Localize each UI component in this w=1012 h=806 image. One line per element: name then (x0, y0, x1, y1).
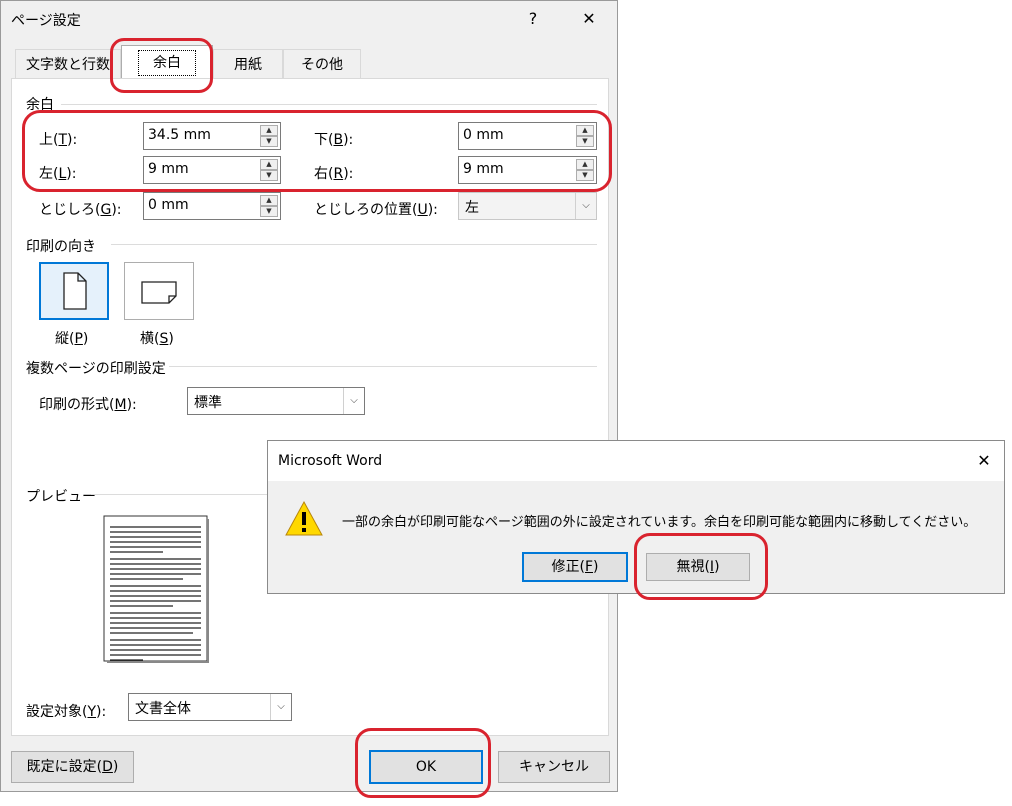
print-format-label: 印刷の形式(M): (39, 397, 137, 413)
spin-down-icon[interactable]: ▼ (576, 136, 594, 147)
spin-up-icon[interactable]: ▲ (576, 125, 594, 136)
apply-to-select[interactable]: 文書全体 ⌵ (128, 693, 292, 721)
chevron-down-icon[interactable]: ⌵ (343, 388, 364, 414)
landscape-option[interactable] (124, 262, 194, 320)
page-setup-dialog: ページ設定 ? ✕ 文字数と行数 余白 用紙 その他 余白 上(T): 34.5… (0, 0, 618, 792)
spin-down-icon[interactable]: ▼ (260, 170, 278, 181)
portrait-option[interactable] (39, 262, 109, 320)
multipage-section-title: 複数ページの印刷設定 (26, 361, 166, 377)
top-margin-value: 34.5 mm (148, 127, 211, 143)
ignore-button[interactable]: 無視(I) (646, 553, 750, 581)
page-preview (103, 515, 209, 663)
section-divider (169, 366, 597, 367)
left-margin-value: 9 mm (148, 161, 189, 177)
spin-down-icon[interactable]: ▼ (260, 206, 278, 217)
msgbox-title: Microsoft Word (278, 453, 383, 469)
right-margin-label: 右(R): (314, 166, 354, 182)
cancel-button[interactable]: キャンセル (498, 751, 610, 783)
chevron-down-icon[interactable]: ⌵ (575, 193, 596, 219)
preview-section-title: プレビュー (26, 489, 96, 505)
top-margin-spinner[interactable]: 34.5 mm ▲ ▼ (143, 122, 281, 150)
gutter-position-select[interactable]: 左 ⌵ (458, 192, 597, 220)
gutter-spinner[interactable]: 0 mm ▲ ▼ (143, 192, 281, 220)
tab-char-lines[interactable]: 文字数と行数 (15, 49, 121, 79)
tab-label: 余白 (138, 50, 196, 76)
set-default-button[interactable]: 既定に設定(D) (11, 751, 134, 783)
fix-button[interactable]: 修正(F) (522, 552, 628, 582)
left-margin-label: 左(L): (39, 166, 77, 182)
apply-to-label: 設定対象(Y): (26, 704, 107, 720)
print-format-select[interactable]: 標準 ⌵ (187, 387, 365, 415)
spin-up-icon[interactable]: ▲ (576, 159, 594, 170)
gutter-value: 0 mm (148, 197, 189, 213)
tab-label: 文字数と行数 (26, 57, 110, 73)
help-button[interactable]: ? (513, 5, 553, 33)
close-button[interactable]: ✕ (569, 5, 609, 33)
page-preview-image (103, 515, 209, 663)
top-margin-label: 上(T): (39, 132, 78, 148)
margins-section-title: 余白 (26, 97, 54, 113)
section-divider (91, 494, 271, 495)
msgbox-close-button[interactable]: ✕ (964, 447, 1004, 475)
spin-up-icon[interactable]: ▲ (260, 125, 278, 136)
gutter-label: とじしろ(G): (39, 202, 122, 218)
section-divider (61, 104, 597, 105)
word-message-box: Microsoft Word ✕ 一部の余白が印刷可能なページ範囲の外に設定され… (267, 440, 1005, 594)
tab-label: 用紙 (234, 57, 262, 73)
ok-button[interactable]: OK (369, 750, 483, 784)
tab-paper[interactable]: 用紙 (213, 49, 283, 79)
spin-down-icon[interactable]: ▼ (260, 136, 278, 147)
gutter-position-value: 左 (465, 200, 479, 216)
chevron-down-icon[interactable]: ⌵ (270, 694, 291, 720)
tab-margins[interactable]: 余白 (121, 45, 213, 79)
spin-up-icon[interactable]: ▲ (260, 159, 278, 170)
msgbox-message: 一部の余白が印刷可能なページ範囲の外に設定されています。余白を印刷可能な範囲内に… (342, 515, 977, 530)
tab-label: その他 (301, 57, 343, 73)
msgbox-titlebar: Microsoft Word ✕ (268, 441, 1004, 481)
section-divider (111, 244, 597, 245)
bottom-margin-label: 下(B): (314, 132, 354, 148)
portrait-label: 縦(P) (55, 331, 89, 347)
gutter-position-label: とじしろの位置(U): (314, 202, 438, 218)
portrait-page-icon (63, 272, 87, 310)
bottom-margin-spinner[interactable]: 0 mm ▲ ▼ (458, 122, 597, 150)
tab-other[interactable]: その他 (283, 49, 361, 79)
left-margin-spinner[interactable]: 9 mm ▲ ▼ (143, 156, 281, 184)
print-format-value: 標準 (194, 395, 222, 411)
landscape-label: 横(S) (140, 331, 174, 347)
right-margin-value: 9 mm (463, 161, 504, 177)
spin-up-icon[interactable]: ▲ (260, 195, 278, 206)
landscape-page-icon (141, 281, 177, 304)
warning-icon (285, 500, 323, 536)
spin-down-icon[interactable]: ▼ (576, 170, 594, 181)
bottom-margin-value: 0 mm (463, 127, 504, 143)
dialog-title: ページ設定 (11, 13, 81, 29)
right-margin-spinner[interactable]: 9 mm ▲ ▼ (458, 156, 597, 184)
orientation-section-title: 印刷の向き (26, 239, 96, 255)
apply-to-value: 文書全体 (135, 701, 191, 717)
